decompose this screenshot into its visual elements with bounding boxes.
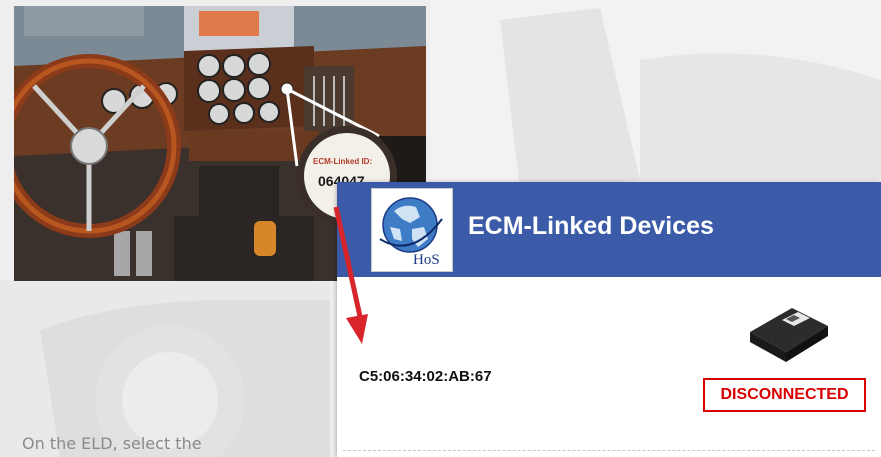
page-title: ECM-Linked Devices: [468, 212, 714, 240]
eld-app-panel: HoS ECM-Linked Devices C5:06:34:02:AB:67…: [337, 182, 881, 457]
device-mac-address: C5:06:34:02:AB:67: [359, 368, 492, 385]
list-divider: [343, 450, 875, 451]
device-list-item[interactable]: C5:06:34:02:AB:67 DISCONNECTED: [337, 282, 881, 422]
instruction-text: On the ELD, select the: [22, 434, 202, 453]
app-header: HoS ECM-Linked Devices: [337, 182, 881, 277]
ecm-id-label-title: ECM-Linked ID:: [313, 157, 373, 166]
connection-status-badge[interactable]: DISCONNECTED: [703, 378, 866, 412]
hos-logo-text: HoS: [413, 252, 440, 268]
globe-icon: [379, 197, 443, 253]
eld-device-icon: [750, 308, 828, 362]
hos-logo: [371, 188, 453, 272]
